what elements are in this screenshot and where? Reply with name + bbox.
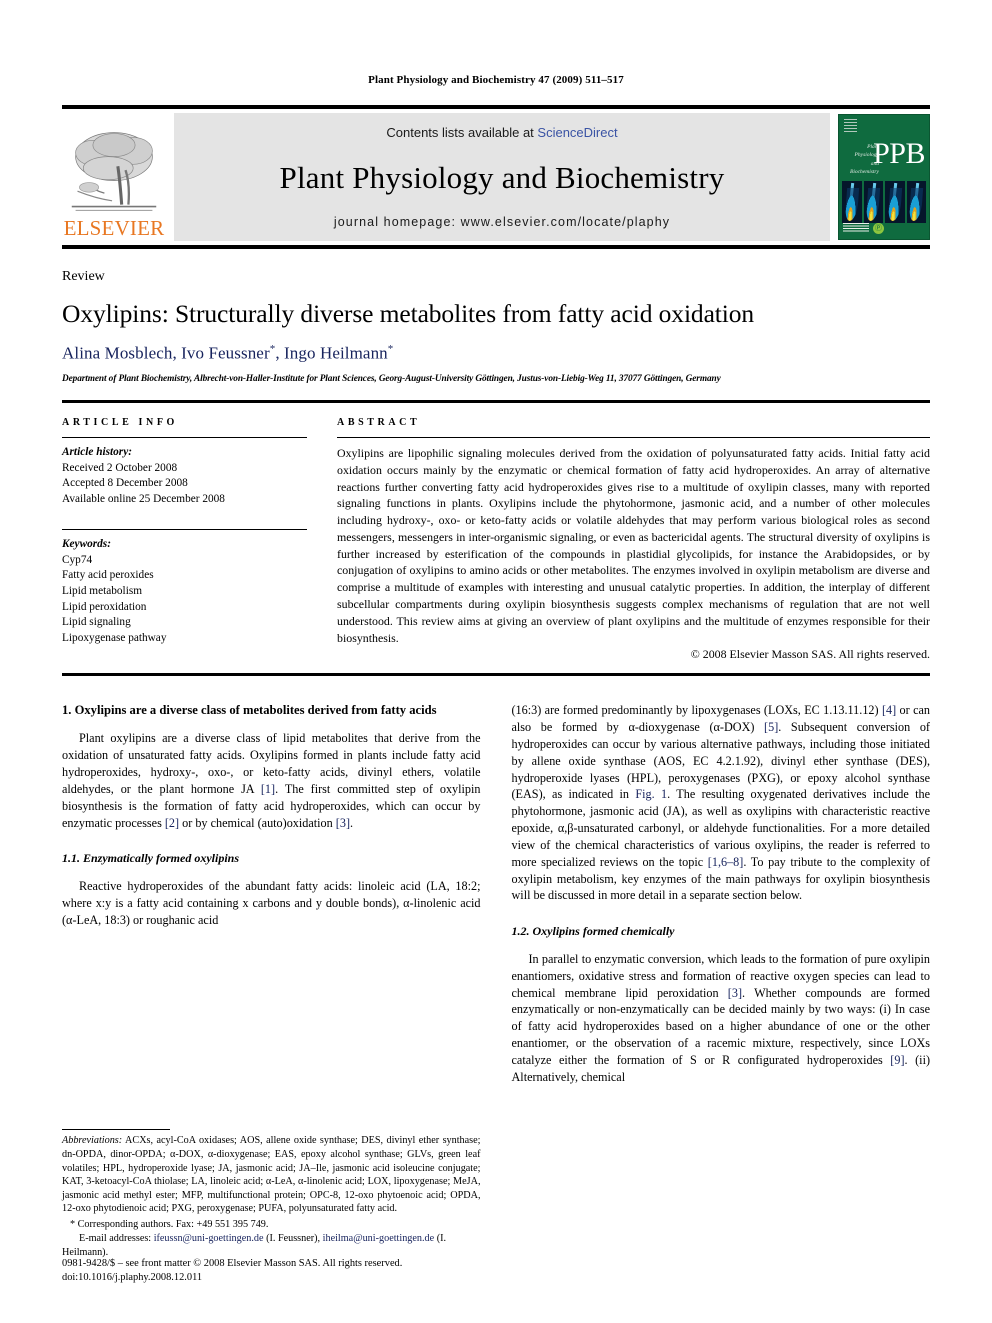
author-list: Alina Mosblech, Ivo Feussner *, Ingo Heil… [62, 343, 930, 364]
keyword-item: Cyp74 [62, 553, 93, 566]
info-abstract-band: ARTICLE INFO Article history: Received 2… [62, 399, 930, 662]
figure-reference-1[interactable]: Fig. 1 [635, 787, 667, 801]
cover-elsevier-icon [844, 119, 857, 134]
journal-cover-thumbnail: Plant Physiology and Biochemistry PPB Ⓟ [838, 114, 930, 240]
page-title: Oxylipins: Structurally diverse metaboli… [62, 299, 755, 328]
abstract-copyright: © 2008 Elsevier Masson SAS. All rights r… [690, 647, 930, 662]
cover-footer: Ⓟ [843, 221, 925, 235]
abstract-text: Oxylipins are lipophilic signaling molec… [337, 445, 930, 645]
corresponding-author-footnote: * Corresponding authors. Fax: +49 551 39… [70, 1218, 269, 1230]
citation-9[interactable]: [9] [890, 1053, 904, 1067]
article-info-rule [62, 436, 307, 438]
author-affiliation: Department of Plant Biochemistry, Albrec… [62, 373, 721, 384]
paragraph-3-a: (16:3) are formed predominantly by lipox… [511, 703, 882, 718]
cover-microscopy-image-2 [863, 181, 883, 223]
history-item: Received 2 October 2008 [62, 461, 178, 474]
elsevier-tree-icon [71, 132, 157, 211]
keyword-item: Lipoxygenase pathway [62, 631, 167, 644]
doi-line: doi:10.1016/j.plaphy.2008.12.011 [62, 1272, 203, 1284]
footnote-separator [62, 1129, 170, 1131]
citation-5[interactable]: [5] [764, 720, 778, 734]
issn-copyright-line: 0981-9428/$ – see front matter © 2008 El… [62, 1257, 403, 1269]
section-1-1-heading: 1.1. Enzymatically formed oxylipins [62, 851, 239, 866]
body-column-left: 1. Oxylipins are a diverse class of meta… [62, 702, 481, 1259]
running-head: Plant Physiology and Biochemistry 47 (20… [368, 74, 624, 86]
article-page: Plant Physiology and Biochemistry 47 (20… [0, 0, 992, 1323]
keyword-item: Lipid peroxidation [62, 600, 147, 613]
email-link-heilmann[interactable]: iheilma@uni-goettingen.de [323, 1233, 435, 1244]
citation-2[interactable]: [2] [165, 816, 179, 830]
cover-microscopy-image-3 [885, 181, 905, 223]
contents-prefix: Contents lists available at [386, 125, 538, 140]
footnotes-block: Abbreviations: ACXs, acyl-CoA oxidases; … [62, 1129, 481, 1259]
history-item: Available online 25 December 2008 [62, 492, 225, 505]
paragraph-2: Reactive hydroperoxides of the abundant … [62, 879, 481, 927]
document-type-label: Review [62, 269, 105, 284]
contents-available-line: Contents lists available at ScienceDirec… [386, 125, 617, 140]
body-columns: 1. Oxylipins are a diverse class of meta… [62, 702, 930, 1259]
keyword-item: Lipid metabolism [62, 585, 143, 598]
cover-publisher-mark-icon: Ⓟ [873, 222, 884, 234]
journal-masthead: ELSEVIER Contents lists available at Sci… [62, 105, 930, 249]
article-info-heading: ARTICLE INFO [62, 416, 178, 428]
elsevier-logo: ELSEVIER [62, 113, 166, 241]
citation-1-6-8[interactable]: [1,6–8] [708, 855, 744, 869]
paragraph-1-d: . [350, 815, 354, 830]
sciencedirect-link[interactable]: ScienceDirect [537, 125, 617, 140]
article-history-block: Article history: Received 2 October 2008… [62, 445, 307, 507]
keywords-label: Keywords: [62, 538, 111, 551]
author-marker-2: * [387, 343, 394, 356]
paragraph-1-c: or by chemical (auto)oxidation [179, 815, 336, 830]
cover-microscopy-image-4 [906, 181, 926, 223]
body-column-right: (16:3) are formed predominantly by lipox… [512, 702, 931, 1259]
cover-microscopy-images [842, 181, 926, 223]
abbreviations-text: ACXs, acyl-CoA oxidases; AOS, allene oxi… [62, 1135, 481, 1215]
cover-ppb-letters: PPB [873, 137, 925, 170]
keyword-item: Lipid signaling [62, 616, 131, 629]
masthead-center: Contents lists available at ScienceDirec… [174, 113, 830, 241]
history-item: Accepted 8 December 2008 [62, 477, 188, 490]
abbreviations-label: Abbreviations: [62, 1135, 123, 1147]
journal-title: Plant Physiology and Biochemistry [279, 160, 725, 195]
section-1-heading: 1. Oxylipins are a diverse class of meta… [62, 703, 437, 718]
journal-homepage-link[interactable]: journal homepage: www.elsevier.com/locat… [334, 215, 670, 229]
email-link-feussner[interactable]: ifeussn@uni-goettingen.de [154, 1233, 264, 1244]
article-info-column: ARTICLE INFO Article history: Received 2… [62, 417, 307, 662]
band-bottom-rule [62, 673, 930, 677]
citation-3[interactable]: [3] [336, 816, 350, 830]
section-1-2-heading: 1.2. Oxylipins formed chemically [511, 924, 675, 939]
cover-microscopy-image-1 [842, 181, 862, 223]
authors-text-2: , Ingo Heilmann [275, 343, 388, 363]
citation-1[interactable]: [1] [261, 782, 275, 796]
cover-footer-bars [843, 223, 869, 233]
keywords-block: Keywords: Cyp74 Fatty acid peroxides Lip… [62, 537, 307, 646]
abstract-rule [337, 436, 930, 438]
page-footer: 0981-9428/$ – see front matter © 2008 El… [62, 1257, 402, 1286]
authors-text: Alina Mosblech, Ivo Feussner [62, 343, 270, 363]
paragraph-3: (16:3) are formed predominantly by lipox… [512, 702, 931, 904]
abbreviations-footnote: Abbreviations: ACXs, acyl-CoA oxidases; … [62, 1134, 481, 1215]
paragraph-1: Plant oxylipins are a diverse class of l… [62, 730, 481, 831]
keyword-item: Fatty acid peroxides [62, 569, 154, 582]
keywords-rule [62, 529, 307, 531]
email-footnote: E-mail addresses: ifeussn@uni-goettingen… [62, 1232, 481, 1259]
abstract-column: ABSTRACT Oxylipins are lipophilic signal… [337, 417, 930, 662]
paragraph-4: In parallel to enzymatic conversion, whi… [512, 951, 931, 1086]
citation-4[interactable]: [4] [882, 703, 896, 717]
citation-3b[interactable]: [3] [728, 986, 742, 1000]
abstract-heading: ABSTRACT [337, 416, 421, 428]
elsevier-wordmark: ELSEVIER [63, 216, 165, 240]
email-owner-1: (I. Feussner), [263, 1233, 323, 1245]
email-label: E-mail addresses: [79, 1233, 152, 1245]
article-history-label: Article history: [62, 445, 132, 458]
